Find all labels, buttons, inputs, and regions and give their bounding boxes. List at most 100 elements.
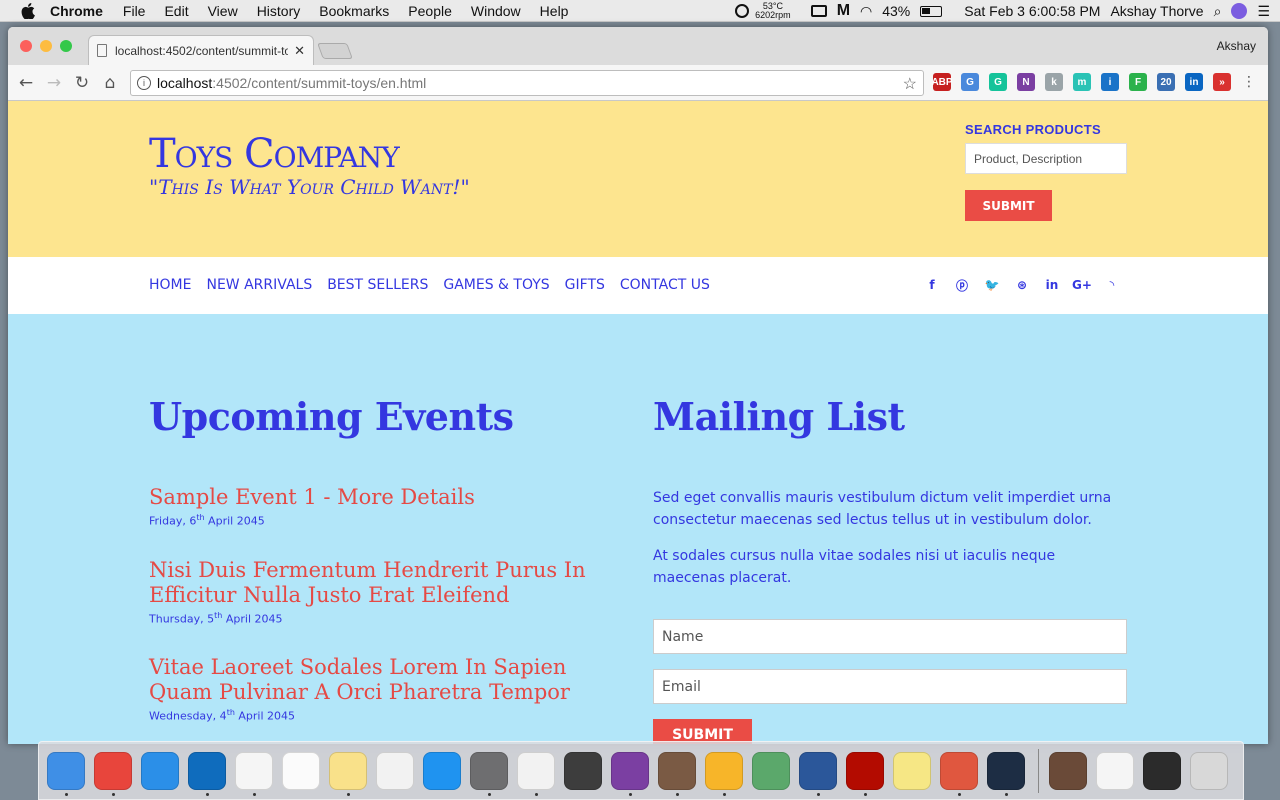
- lightbulb-icon[interactable]: [705, 751, 743, 796]
- reminders-icon[interactable]: [282, 751, 320, 790]
- system-preferences-icon[interactable]: [470, 751, 508, 796]
- googleplus-icon[interactable]: G+: [1072, 278, 1092, 292]
- menu-bookmarks[interactable]: Bookmarks: [319, 3, 389, 19]
- battery-percent[interactable]: 43%: [882, 3, 910, 19]
- info-icon[interactable]: i: [137, 76, 151, 90]
- malwarebytes-icon[interactable]: M: [837, 2, 850, 20]
- url-host: localhost: [157, 75, 213, 91]
- itunes-icon[interactable]: [517, 751, 555, 796]
- vmware-icon[interactable]: [987, 751, 1025, 796]
- browser-window: localhost:4502/content/summit-toys/en.ht…: [8, 27, 1268, 744]
- nav-contact-us[interactable]: CONTACT US: [620, 277, 710, 293]
- menu-people[interactable]: People: [408, 3, 452, 19]
- word-icon[interactable]: [799, 751, 837, 796]
- onenote-icon[interactable]: [611, 751, 649, 796]
- trash-icon[interactable]: [1190, 751, 1228, 790]
- nav-new-arrivals[interactable]: NEW ARRIVALS: [206, 277, 312, 293]
- address-bar[interactable]: i localhost:4502/content/summit-toys/en.…: [130, 70, 924, 96]
- notes-icon[interactable]: [329, 751, 367, 796]
- linkedin-icon[interactable]: in: [1185, 73, 1203, 91]
- nav-home[interactable]: HOME: [149, 277, 191, 293]
- calendar-icon[interactable]: [235, 751, 273, 796]
- chrome-icon[interactable]: [94, 751, 132, 796]
- rss-icon[interactable]: ◝: [1106, 278, 1118, 292]
- nav-best-sellers[interactable]: BEST SELLERS: [327, 277, 428, 293]
- forward-icon[interactable]: →: [40, 73, 68, 93]
- reload-icon[interactable]: ↻: [68, 73, 96, 93]
- tab-bar: localhost:4502/content/summit-toys/en.ht…: [8, 27, 1268, 65]
- search-submit-button[interactable]: SUBMIT: [965, 190, 1052, 221]
- close-tab-icon[interactable]: ✕: [294, 43, 305, 59]
- event-date-rest: April 2045: [234, 709, 296, 723]
- bookmark-star-icon[interactable]: ☆: [903, 74, 917, 94]
- pinterest-icon[interactable]: ⓟ: [956, 278, 968, 293]
- safari-icon[interactable]: [141, 751, 179, 790]
- name-field[interactable]: [653, 619, 1127, 654]
- menu-edit[interactable]: Edit: [164, 3, 188, 19]
- readlater-icon[interactable]: »: [1213, 73, 1231, 91]
- outlook-icon[interactable]: [188, 751, 226, 796]
- menu-app-name[interactable]: Chrome: [50, 3, 103, 19]
- info-icon[interactable]: i: [1101, 73, 1119, 91]
- onenote-icon[interactable]: N: [1017, 73, 1035, 91]
- wifi-icon[interactable]: ◠: [860, 3, 872, 20]
- siri-icon[interactable]: [1231, 3, 1248, 19]
- close-window-button[interactable]: [20, 40, 32, 52]
- cookie-icon[interactable]: [658, 751, 696, 796]
- airplay-icon[interactable]: [810, 5, 827, 17]
- event-title[interactable]: Nisi Duis Fermentum Hendrerit Purus In E…: [149, 558, 609, 608]
- email-field[interactable]: [653, 669, 1127, 704]
- translate-icon[interactable]: G: [961, 73, 979, 91]
- feedly-icon[interactable]: F: [1129, 73, 1147, 91]
- brand-name[interactable]: Toys Company: [149, 131, 470, 177]
- grammarly-icon[interactable]: G: [989, 73, 1007, 91]
- notification-center-icon[interactable]: ☰: [1257, 3, 1270, 20]
- menu-history[interactable]: History: [257, 3, 301, 19]
- menu-kebab-icon[interactable]: ⋮: [1242, 74, 1256, 90]
- menu-view[interactable]: View: [208, 3, 238, 19]
- event-item: Sample Event 1 - More Details Friday, 6t…: [149, 485, 609, 528]
- temperature-readout[interactable]: 53°C 6202rpm: [755, 2, 801, 20]
- books-icon[interactable]: [1049, 751, 1087, 790]
- facebook-icon[interactable]: f: [926, 278, 938, 292]
- terminal-icon[interactable]: [1143, 751, 1181, 790]
- photos-icon[interactable]: [376, 751, 414, 790]
- atom-icon[interactable]: [752, 751, 790, 790]
- new-tab-button[interactable]: [317, 43, 353, 59]
- fan-icon[interactable]: [735, 4, 750, 18]
- home-icon[interactable]: ⌂: [96, 73, 124, 93]
- mercury-icon[interactable]: m: [1073, 73, 1091, 91]
- apple-icon[interactable]: [20, 2, 36, 19]
- brand-tagline: "This Is What Your Child Want!": [149, 175, 470, 199]
- stickies-icon[interactable]: [893, 751, 931, 790]
- event-title[interactable]: Vitae Laoreet Sodales Lorem In Sapien Qu…: [149, 655, 609, 705]
- tab-active[interactable]: localhost:4502/content/summit-toys/en.ht…: [88, 35, 314, 65]
- user-name[interactable]: Akshay Thorve: [1110, 3, 1203, 19]
- nav-gifts[interactable]: GIFTS: [565, 277, 605, 293]
- minimize-window-button[interactable]: [40, 40, 52, 52]
- battery-icon[interactable]: [920, 5, 943, 17]
- clock[interactable]: Sat Feb 3 6:00:58 PM: [964, 3, 1100, 19]
- acrobat-icon[interactable]: [846, 751, 884, 796]
- menu-file[interactable]: File: [123, 3, 146, 19]
- dribbble-icon[interactable]: ⊛: [1016, 278, 1028, 292]
- nav-games-toys[interactable]: GAMES & TOYS: [443, 277, 549, 293]
- event-title[interactable]: Sample Event 1 - More Details: [149, 485, 609, 510]
- twitter-icon[interactable]: 🐦: [985, 278, 1000, 292]
- linkedin-icon[interactable]: in: [1046, 278, 1059, 292]
- appstore-icon[interactable]: [423, 751, 461, 790]
- menu-help[interactable]: Help: [540, 3, 569, 19]
- badge-icon[interactable]: 20: [1157, 73, 1175, 91]
- menu-window[interactable]: Window: [471, 3, 521, 19]
- zoom-window-button[interactable]: [60, 40, 72, 52]
- search-input[interactable]: [965, 143, 1127, 174]
- sublime-icon[interactable]: [564, 751, 602, 790]
- adblock-icon[interactable]: ABP: [931, 73, 953, 91]
- spotlight-icon[interactable]: ⌕: [1214, 3, 1222, 20]
- profile-name[interactable]: Akshay: [1217, 39, 1256, 53]
- finder-icon[interactable]: [47, 751, 85, 796]
- textedit-icon[interactable]: [1096, 751, 1134, 790]
- extension-gray-icon[interactable]: k: [1045, 73, 1063, 91]
- aem-icon[interactable]: [940, 751, 978, 796]
- back-icon[interactable]: ←: [12, 73, 40, 93]
